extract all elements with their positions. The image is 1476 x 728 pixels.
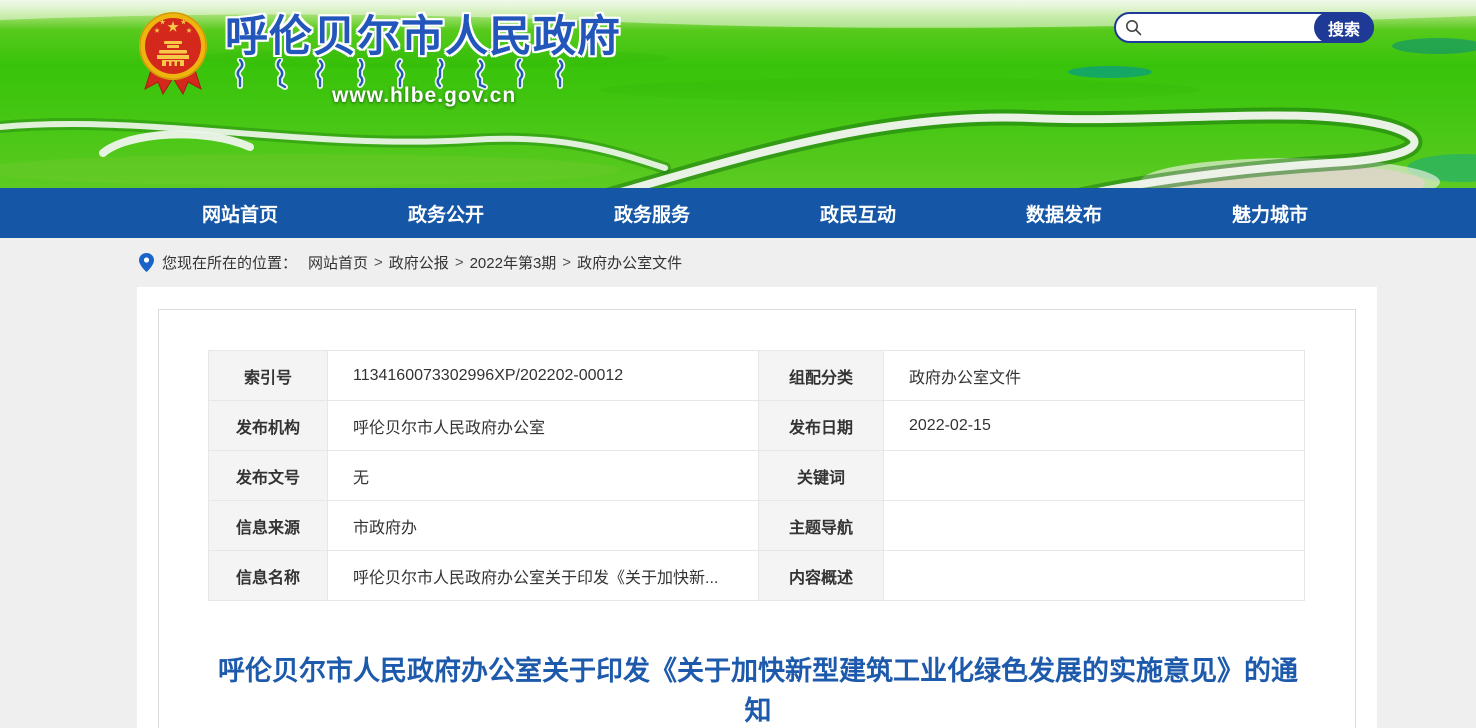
document-meta-table: 索引号 1134160073302996XP/202202-00012 组配分类… — [208, 350, 1305, 601]
main-nav: 网站首页 政务公开 政务服务 政民互动 数据发布 魅力城市 — [0, 188, 1476, 238]
meta-label: 索引号 — [209, 351, 328, 401]
meta-label: 发布文号 — [209, 451, 328, 501]
breadcrumb-item-gazette[interactable]: 政府公报 — [389, 252, 449, 273]
meta-value — [884, 451, 1305, 501]
meta-label: 内容概述 — [759, 551, 884, 601]
nav-item-city-charm[interactable]: 魅力城市 — [1167, 188, 1373, 238]
meta-label: 信息名称 — [209, 551, 328, 601]
table-row: 发布机构 呼伦贝尔市人民政府办公室 发布日期 2022-02-15 — [209, 401, 1305, 451]
nav-item-interaction[interactable]: 政民互动 — [755, 188, 961, 238]
breadcrumb-separator: > — [374, 254, 383, 271]
meta-value: 呼伦贝尔市人民政府办公室关于印发《关于加快新... — [328, 551, 759, 601]
table-row: 索引号 1134160073302996XP/202202-00012 组配分类… — [209, 351, 1305, 401]
meta-label: 主题导航 — [759, 501, 884, 551]
location-pin-icon — [139, 253, 154, 272]
meta-label: 发布机构 — [209, 401, 328, 451]
nav-item-home[interactable]: 网站首页 — [137, 188, 343, 238]
breadcrumb-item-home[interactable]: 网站首页 — [308, 252, 368, 273]
search-input[interactable] — [1142, 14, 1314, 41]
meta-value — [884, 501, 1305, 551]
search-icon — [1125, 19, 1142, 36]
nav-item-gov-info[interactable]: 政务公开 — [343, 188, 549, 238]
meta-label: 组配分类 — [759, 351, 884, 401]
table-row: 发布文号 无 关键词 — [209, 451, 1305, 501]
site-title: 呼伦贝尔市人民政府 — [225, 2, 621, 64]
search-bar: 搜索 — [1114, 12, 1374, 43]
nav-item-data[interactable]: 数据发布 — [961, 188, 1167, 238]
article-title: 呼伦贝尔市人民政府办公室关于印发《关于加快新型建筑工业化绿色发展的实施意见》的通… — [210, 651, 1306, 728]
meta-value: 2022-02-15 — [884, 401, 1305, 451]
meta-value: 呼伦贝尔市人民政府办公室 — [328, 401, 759, 451]
site-header: 呼伦贝尔市人民政府 — [0, 0, 1476, 188]
meta-label: 信息来源 — [209, 501, 328, 551]
breadcrumb-item-category[interactable]: 政府办公室文件 — [577, 252, 682, 273]
nav-item-gov-service[interactable]: 政务服务 — [549, 188, 755, 238]
meta-value: 市政府办 — [328, 501, 759, 551]
breadcrumb-separator: > — [562, 254, 571, 271]
site-url: www.hlbe.gov.cn — [332, 84, 516, 108]
breadcrumb-separator: > — [455, 254, 464, 271]
meta-value: 政府办公室文件 — [884, 351, 1305, 401]
document-panel: 索引号 1134160073302996XP/202202-00012 组配分类… — [158, 309, 1356, 728]
meta-value: 1134160073302996XP/202202-00012 — [328, 351, 759, 401]
meta-label: 关键词 — [759, 451, 884, 501]
meta-value: 无 — [328, 451, 759, 501]
breadcrumb: 您现在所在的位置： 网站首页 > 政府公报 > 2022年第3期 > 政府办公室… — [0, 238, 1476, 286]
breadcrumb-item-issue[interactable]: 2022年第3期 — [470, 252, 557, 273]
table-row: 信息来源 市政府办 主题导航 — [209, 501, 1305, 551]
content-card: 索引号 1134160073302996XP/202202-00012 组配分类… — [137, 287, 1377, 728]
table-row: 信息名称 呼伦贝尔市人民政府办公室关于印发《关于加快新... 内容概述 — [209, 551, 1305, 601]
national-emblem — [138, 11, 208, 99]
meta-label: 发布日期 — [759, 401, 884, 451]
breadcrumb-prefix: 您现在所在的位置： — [162, 252, 297, 273]
search-button[interactable]: 搜索 — [1314, 12, 1374, 43]
meta-value — [884, 551, 1305, 601]
